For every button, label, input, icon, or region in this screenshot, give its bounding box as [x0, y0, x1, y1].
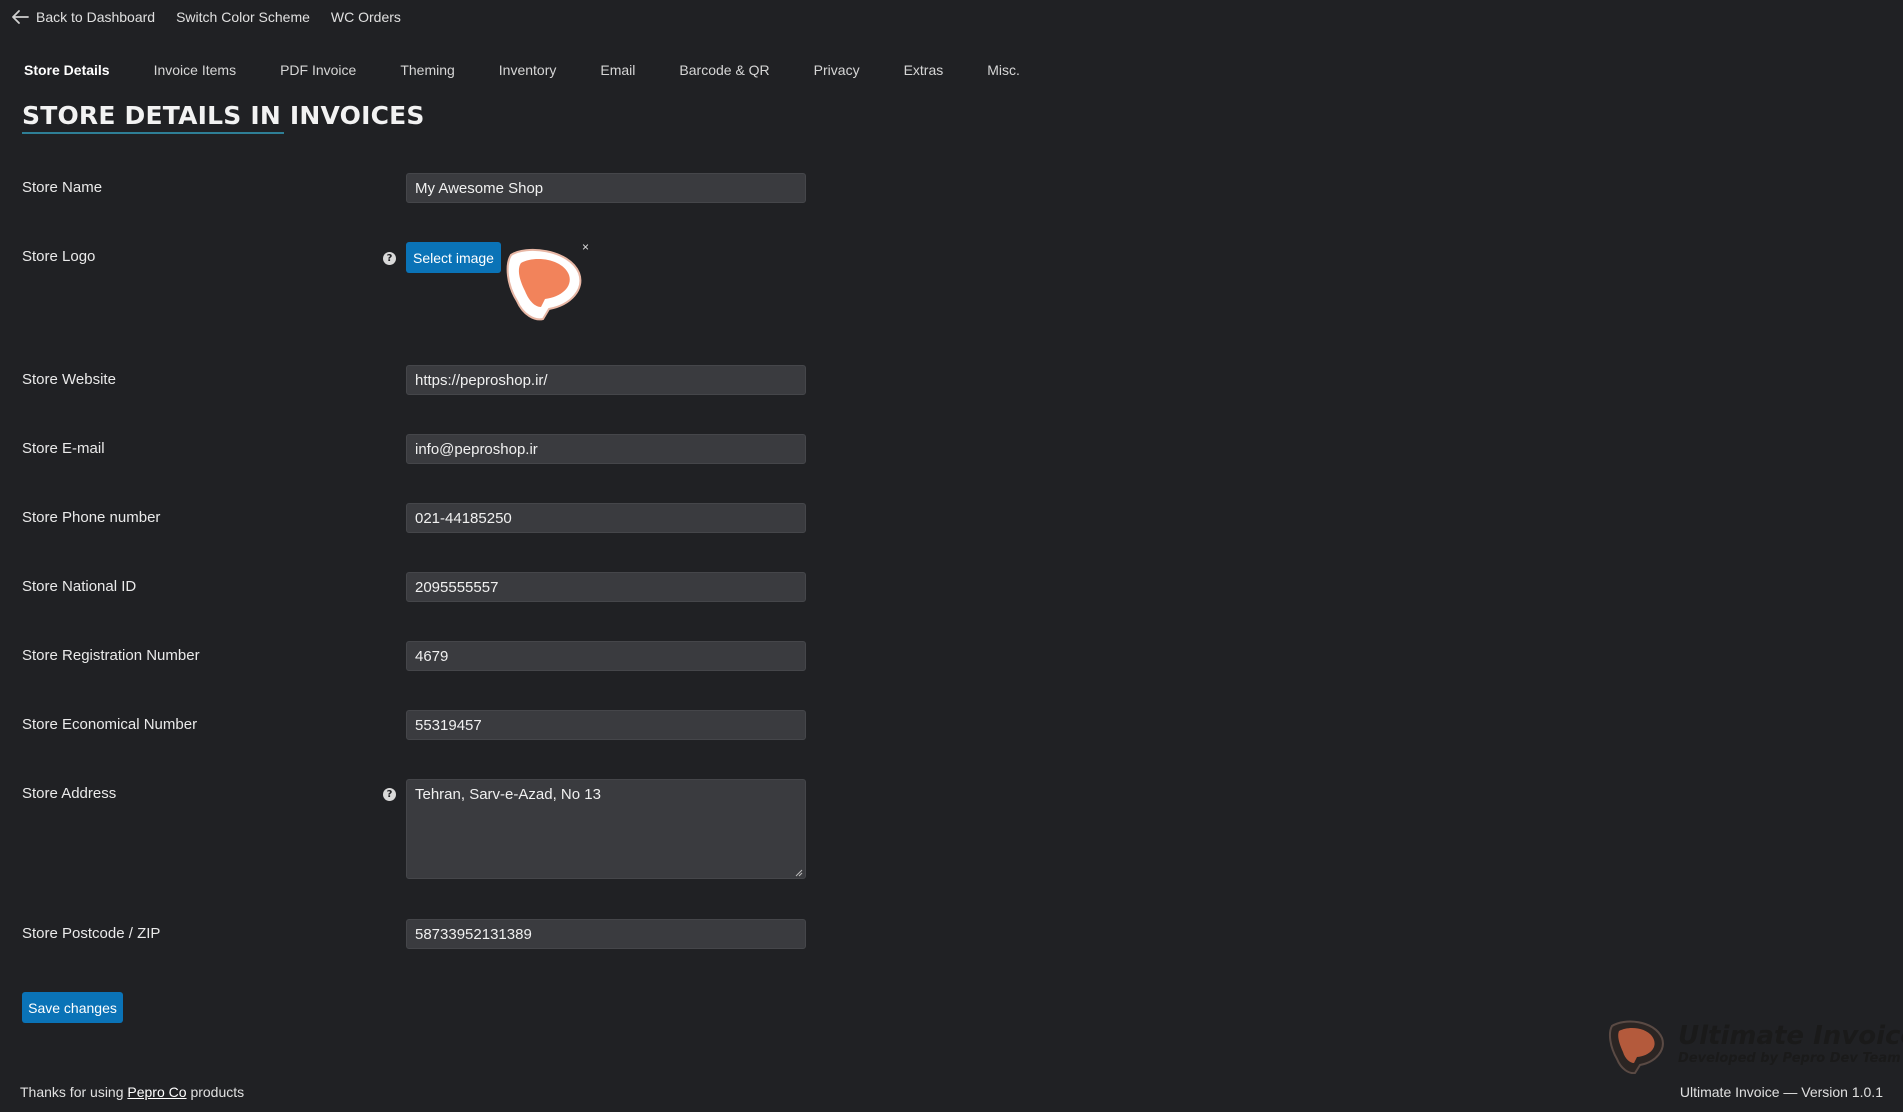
- store-logo-preview: [506, 248, 582, 321]
- top-bar: Back to Dashboard Switch Color Scheme WC…: [0, 0, 1903, 34]
- tab-inventory[interactable]: Inventory: [499, 58, 557, 82]
- tab-theming[interactable]: Theming: [400, 58, 454, 82]
- tab-extras[interactable]: Extras: [904, 58, 944, 82]
- store-address-label: Store Address: [22, 785, 117, 802]
- pepro-co-link[interactable]: Pepro Co: [127, 1084, 186, 1100]
- store-registration-label: Store Registration Number: [22, 647, 200, 664]
- store-economical-label: Store Economical Number: [22, 716, 198, 733]
- store-phone-label: Store Phone number: [22, 509, 161, 526]
- back-to-dashboard-link[interactable]: Back to Dashboard: [10, 9, 155, 25]
- back-label: Back to Dashboard: [36, 9, 156, 25]
- tab-misc[interactable]: Misc.: [987, 58, 1020, 82]
- footer-thanks: Thanks for using Pepro Co products: [20, 1084, 244, 1100]
- arrow-left-icon: [12, 10, 29, 24]
- store-logo-label: Store Logo: [22, 248, 96, 265]
- brand-title: Ultimate Invoice: [1678, 1021, 1903, 1051]
- switch-color-scheme-link[interactable]: Switch Color Scheme: [176, 9, 310, 25]
- footer-thanks-prefix: Thanks for using: [20, 1084, 124, 1100]
- help-icon[interactable]: ?: [383, 788, 396, 801]
- store-postcode-input[interactable]: [406, 919, 806, 949]
- wc-orders-link[interactable]: WC Orders: [331, 9, 401, 25]
- brand-subtitle: Developed by Pepro Dev Team: [1678, 1051, 1901, 1066]
- page-title: STORE DETAILS IN INVOICES: [22, 101, 425, 130]
- title-underline: [22, 132, 284, 134]
- store-name-input[interactable]: [406, 173, 806, 203]
- store-address-textarea[interactable]: Tehran, Sarv-e-Azad, No 13: [406, 779, 806, 879]
- tab-privacy[interactable]: Privacy: [814, 58, 860, 82]
- help-icon[interactable]: ?: [383, 252, 396, 265]
- footer-thanks-suffix: products: [190, 1084, 245, 1100]
- store-postcode-label: Store Postcode / ZIP: [22, 925, 161, 942]
- store-website-input[interactable]: [406, 365, 806, 395]
- store-phone-input[interactable]: [406, 503, 806, 533]
- store-economical-input[interactable]: [406, 710, 806, 740]
- store-registration-input[interactable]: [406, 641, 806, 671]
- tab-email[interactable]: Email: [600, 58, 635, 82]
- remove-logo-button[interactable]: ×: [582, 240, 589, 254]
- color-scheme-label: Switch Color Scheme: [176, 9, 310, 25]
- wc-orders-label: WC Orders: [330, 9, 401, 25]
- store-national-id-input[interactable]: [406, 572, 806, 602]
- pepro-logo-icon: [1608, 1020, 1664, 1074]
- store-national-id-label: Store National ID: [22, 578, 137, 595]
- store-website-label: Store Website: [22, 371, 116, 388]
- tab-store-details[interactable]: Store Details: [24, 58, 110, 82]
- select-image-button[interactable]: Select image: [406, 242, 501, 273]
- store-email-input[interactable]: [406, 434, 806, 464]
- tab-pdf-invoice[interactable]: PDF Invoice: [280, 58, 356, 82]
- store-name-label: Store Name: [22, 179, 103, 196]
- tab-invoice-items[interactable]: Invoice Items: [154, 58, 236, 82]
- save-changes-button[interactable]: Save changes: [22, 992, 123, 1023]
- footer-version: Ultimate Invoice — Version 1.0.1: [1679, 1084, 1883, 1100]
- resize-grip-icon[interactable]: [794, 868, 803, 877]
- settings-tabs: Store Details Invoice Items PDF Invoice …: [24, 58, 1064, 82]
- brand-watermark: Ultimate Invoice Developed by Pepro Dev …: [1608, 1018, 1903, 1076]
- store-email-label: Store E-mail: [22, 440, 105, 457]
- tab-barcode-qr[interactable]: Barcode & QR: [679, 58, 769, 82]
